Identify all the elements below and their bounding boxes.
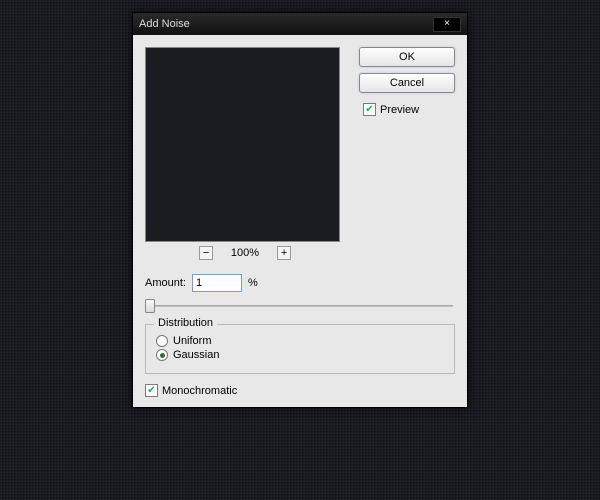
radio-uniform[interactable]: Uniform [156, 335, 444, 347]
minus-icon: − [203, 248, 209, 259]
monochromatic-checkbox[interactable]: ✔ Monochromatic [145, 384, 455, 397]
plus-icon: + [281, 248, 287, 259]
radio-gaussian[interactable]: Gaussian [156, 349, 444, 361]
dialog-body: − 100% + OK Cancel ✔ Preview [133, 35, 467, 407]
preview-image[interactable] [145, 47, 340, 242]
radio-icon [156, 349, 168, 361]
slider-track [147, 305, 453, 307]
ok-button[interactable]: OK [359, 47, 455, 67]
radio-icon [156, 335, 168, 347]
gaussian-label: Gaussian [173, 349, 219, 361]
monochromatic-label: Monochromatic [162, 385, 237, 397]
checkbox-icon: ✔ [363, 103, 376, 116]
cancel-button[interactable]: Cancel [359, 73, 455, 93]
close-button[interactable]: × [433, 17, 461, 32]
zoom-out-button[interactable]: − [199, 246, 213, 260]
checkbox-icon: ✔ [145, 384, 158, 397]
slider-thumb[interactable] [145, 299, 155, 313]
cancel-label: Cancel [390, 77, 424, 89]
preview-checkbox[interactable]: ✔ Preview [363, 103, 455, 116]
titlebar[interactable]: Add Noise × [133, 13, 467, 35]
amount-unit: % [248, 277, 258, 289]
distribution-legend: Distribution [154, 317, 217, 329]
close-icon: × [444, 19, 450, 29]
zoom-in-button[interactable]: + [277, 246, 291, 260]
distribution-group: Distribution Uniform Gaussian [145, 324, 455, 374]
radio-dot-icon [160, 353, 165, 358]
dialog-title: Add Noise [139, 18, 433, 30]
amount-input[interactable] [192, 274, 242, 292]
uniform-label: Uniform [173, 335, 212, 347]
zoom-level: 100% [231, 247, 259, 259]
add-noise-dialog: Add Noise × − 100% + OK [132, 12, 468, 408]
amount-slider[interactable] [145, 298, 455, 314]
ok-label: OK [399, 51, 415, 63]
preview-label: Preview [380, 104, 419, 116]
amount-label: Amount: [145, 277, 186, 289]
